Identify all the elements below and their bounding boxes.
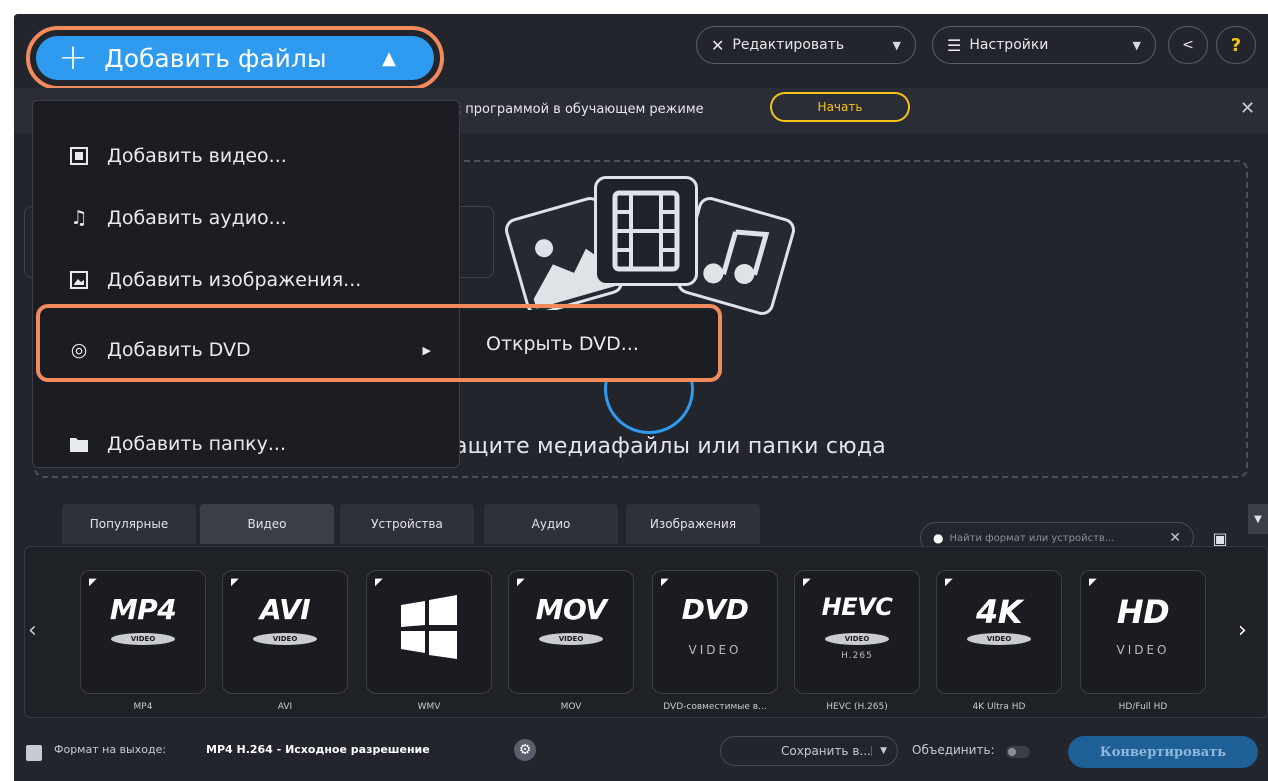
settings-button[interactable]: ☰ Настройки ▼: [932, 26, 1156, 64]
format-tile-hevc[interactable]: ◤ HEVC VIDEO H.265: [794, 570, 920, 694]
add-files-label: Добавить файлы: [104, 43, 327, 73]
start-tutorial-button[interactable]: Начать: [770, 92, 910, 122]
menu-item-add-images[interactable]: Добавить изображения...: [33, 249, 461, 311]
format-sub: H.265: [841, 651, 873, 661]
scroll-right-icon[interactable]: ›: [1238, 618, 1247, 643]
sliders-icon: ☰: [947, 35, 962, 55]
format-label: AVI: [277, 702, 293, 712]
format-tile-mp4[interactable]: ◤ MP4 VIDEO: [80, 570, 206, 694]
expand-corner-icon: ◤: [231, 577, 239, 588]
menu-item-label: Добавить видео...: [107, 145, 287, 167]
scroll-left-icon[interactable]: ‹: [28, 618, 37, 643]
chevron-down-icon: ▼: [892, 38, 901, 52]
settings-label: Настройки: [969, 37, 1049, 53]
image-icon: [69, 270, 89, 290]
collapse-panel-icon[interactable]: ▼: [1248, 504, 1268, 534]
output-format-value[interactable]: MP4 H.264 - Исходное разрешение: [206, 743, 430, 756]
video-frame-icon: [69, 146, 89, 166]
format-label: MP4: [133, 702, 153, 712]
tab-devices[interactable]: Устройства: [340, 504, 474, 544]
format-tile-hd[interactable]: ◤ HD VIDEO: [1080, 570, 1206, 694]
expand-corner-icon: ◤: [517, 577, 525, 588]
format-sub: VIDEO: [1116, 643, 1170, 657]
menu-item-add-audio[interactable]: ♫ Добавить аудио...: [33, 187, 461, 249]
format-logo: DVD: [681, 593, 749, 626]
menu-item-label: Добавить папку...: [107, 433, 287, 455]
format-badge: VIDEO: [111, 633, 175, 645]
format-badge: VIDEO: [825, 633, 889, 645]
format-logo: HEVC: [821, 593, 893, 621]
banner-text: с программой в обучающем режиме: [454, 102, 704, 117]
tools-icon: ✕: [711, 35, 725, 55]
format-tile-avi[interactable]: ◤ AVI VIDEO: [222, 570, 348, 694]
convert-button[interactable]: Конвертировать: [1068, 736, 1258, 768]
folder-icon: [69, 434, 89, 454]
search-placeholder: Найти формат или устройств...: [949, 532, 1115, 544]
dvd-highlight-outline: [36, 304, 722, 382]
save-to-button[interactable]: Сохранить в... ▼: [720, 736, 898, 766]
app-window: + Добавить файлы ▲ ✕ Редактировать ▼ ☰ Н…: [14, 14, 1268, 781]
format-logo: HD: [1116, 593, 1170, 631]
expand-corner-icon: ◤: [803, 577, 811, 588]
chevron-down-icon: ▼: [1132, 38, 1141, 52]
gear-icon[interactable]: ⚙: [514, 739, 536, 761]
save-to-label: Сохранить в...: [781, 744, 871, 758]
format-logo: AVI: [259, 593, 311, 626]
format-badge: VIDEO: [539, 633, 603, 645]
drop-zone-text: ащите медиафайлы или папки сюда: [454, 434, 886, 459]
format-tile-dvd[interactable]: ◤ DVD VIDEO: [652, 570, 778, 694]
tab-video[interactable]: Видео: [200, 504, 334, 544]
output-format-label: Формат на выходе:: [54, 743, 167, 756]
help-icon: ?: [1230, 34, 1242, 56]
share-icon: <: [1182, 37, 1194, 53]
format-label: DVD-совместимые в...: [663, 702, 767, 712]
add-files-menu: Добавить видео... ♫ Добавить аудио... До…: [32, 100, 460, 468]
format-tile-mov[interactable]: ◤ MOV VIDEO: [508, 570, 634, 694]
plus-icon: +: [58, 37, 89, 78]
format-logo: MOV: [535, 593, 607, 626]
menu-item-add-folder[interactable]: Добавить папку...: [33, 413, 461, 475]
menu-item-add-video[interactable]: Добавить видео...: [33, 125, 461, 187]
format-label: MOV: [560, 702, 582, 712]
edit-label: Редактировать: [732, 37, 845, 53]
format-tile-wmv[interactable]: ◤: [366, 570, 492, 694]
format-logo: MP4: [109, 593, 177, 626]
share-button[interactable]: <: [1168, 26, 1208, 64]
top-toolbar: + Добавить файлы ▲ ✕ Редактировать ▼ ☰ Н…: [14, 14, 1268, 90]
chevron-down-icon[interactable]: ▼: [871, 746, 887, 756]
help-button[interactable]: ?: [1216, 26, 1256, 64]
format-label: 4K Ultra HD: [972, 702, 1026, 712]
chevron-up-icon: ▲: [382, 47, 396, 69]
clear-search-icon[interactable]: ✕: [1169, 530, 1181, 546]
music-note-icon: ♫: [70, 207, 88, 229]
format-label: WMV: [417, 702, 441, 712]
tab-audio[interactable]: Аудио: [484, 504, 618, 544]
menu-item-label: Добавить изображения...: [107, 269, 362, 291]
expand-corner-icon: ◤: [661, 577, 669, 588]
format-badge: VIDEO: [253, 633, 317, 645]
format-badge: VIDEO: [967, 633, 1031, 645]
merge-label: Объединить:: [912, 743, 995, 757]
format-label: HEVC (H.265): [826, 702, 888, 712]
merge-toggle[interactable]: [1006, 746, 1030, 758]
close-icon[interactable]: ✕: [1240, 98, 1255, 119]
expand-corner-icon: ◤: [375, 577, 383, 588]
expand-corner-icon: ◤: [1089, 577, 1097, 588]
tab-popular[interactable]: Популярные: [62, 504, 196, 544]
film-illustration-icon: [594, 176, 698, 286]
document-icon: [26, 745, 42, 761]
add-files-button[interactable]: + Добавить файлы ▲: [26, 26, 444, 90]
expand-corner-icon: ◤: [89, 577, 97, 588]
format-tile-4k[interactable]: ◤ 4K VIDEO: [936, 570, 1062, 694]
format-label: HD/Full HD: [1118, 702, 1168, 712]
format-logo: 4K: [975, 593, 1023, 631]
windows-logo-icon: [397, 595, 461, 663]
expand-corner-icon: ◤: [945, 577, 953, 588]
edit-button[interactable]: ✕ Редактировать ▼: [696, 26, 916, 64]
format-sub: VIDEO: [688, 643, 742, 657]
tab-images[interactable]: Изображения: [626, 504, 760, 544]
menu-item-label: Добавить аудио...: [107, 207, 287, 229]
search-icon: ●: [933, 531, 944, 545]
